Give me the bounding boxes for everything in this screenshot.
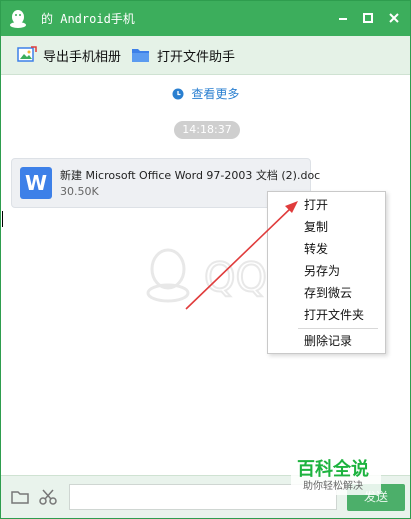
open-file-helper-button[interactable]: 打开文件助手 bbox=[131, 45, 235, 65]
window-title: 的 Android手机 bbox=[41, 12, 135, 26]
menu-item-open[interactable]: 打开 bbox=[268, 194, 385, 216]
file-size: 30.50K bbox=[60, 185, 99, 198]
maximize-button[interactable] bbox=[359, 9, 377, 27]
watermark-text: QQ bbox=[204, 255, 267, 301]
menu-item-copy[interactable]: 复制 bbox=[268, 216, 385, 238]
menu-item-delete-record[interactable]: 删除记录 bbox=[268, 330, 385, 352]
open-file-helper-label: 打开文件助手 bbox=[157, 49, 236, 65]
text-caret bbox=[2, 211, 3, 227]
qq-logo-icon bbox=[7, 7, 29, 29]
toolbar: 导出手机相册 打开文件助手 bbox=[1, 36, 410, 75]
more-history-label: 查看更多 bbox=[191, 87, 240, 101]
menu-item-open-folder[interactable]: 打开文件夹 bbox=[268, 304, 385, 326]
photo-export-icon bbox=[17, 46, 37, 64]
file-message[interactable]: W 新建 Microsoft Office Word 97-2003 文档 (2… bbox=[11, 158, 320, 208]
minimize-icon bbox=[339, 18, 347, 20]
scissors-icon[interactable] bbox=[38, 488, 58, 506]
minimize-button[interactable] bbox=[334, 9, 352, 27]
title-bar[interactable]: 的 Android手机 bbox=[1, 1, 410, 36]
file-name: 新建 Microsoft Office Word 97-2003 文档 (2).… bbox=[60, 169, 321, 182]
more-history-link[interactable]: 查看更多 bbox=[1, 85, 410, 103]
folder-icon[interactable] bbox=[10, 488, 30, 506]
menu-separator bbox=[298, 328, 378, 329]
maximize-icon bbox=[363, 13, 373, 23]
clock-icon bbox=[172, 88, 184, 103]
menu-item-save-as[interactable]: 另存为 bbox=[268, 260, 385, 282]
menu-item-save-to-weiyun[interactable]: 存到微云 bbox=[268, 282, 385, 304]
export-album-label: 导出手机相册 bbox=[43, 49, 122, 65]
word-document-icon: W bbox=[20, 167, 52, 199]
timestamp-badge: 14:18:37 bbox=[174, 121, 240, 139]
chat-window: 的 Android手机 导出手机相册 打开文件助手 查看更多 14:18:37 … bbox=[0, 0, 411, 519]
brand-subtitle: 助你轻松解决 bbox=[303, 481, 363, 492]
folder-icon bbox=[131, 46, 151, 64]
context-menu: 打开 复制 转发 另存为 存到微云 打开文件夹 删除记录 bbox=[267, 191, 386, 354]
close-icon bbox=[389, 13, 399, 23]
brand-watermark: 百科全说 助你轻松解决 bbox=[291, 453, 381, 495]
export-album-button[interactable]: 导出手机相册 bbox=[17, 45, 121, 65]
close-button[interactable] bbox=[385, 9, 403, 27]
menu-item-forward[interactable]: 转发 bbox=[268, 238, 385, 260]
